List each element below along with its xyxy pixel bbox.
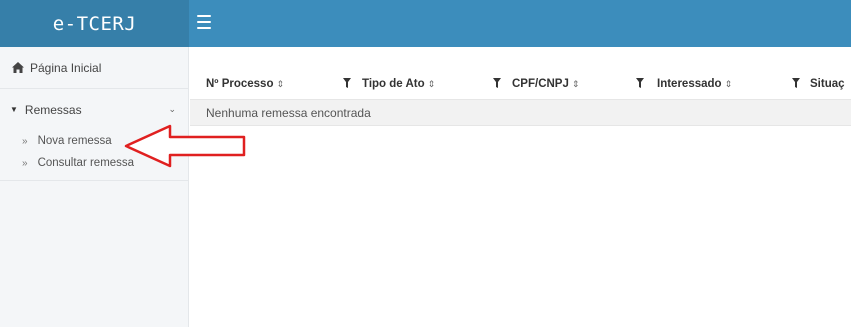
sort-icon[interactable]: ⇕ [428,79,436,90]
column-label: Situaç [810,78,845,90]
home-icon [12,62,24,73]
column-header-processo[interactable]: Nº Processo ⇕ [206,69,284,99]
sort-icon[interactable]: ⇕ [276,79,284,90]
empty-message: Nenhuma remessa encontrada [206,105,371,120]
app-logo[interactable]: e-TCERJ [0,0,189,47]
sort-icon[interactable]: ⇕ [572,79,580,90]
column-label: CPF/CNPJ [512,78,569,90]
sidebar-item-label: Consultar remessa [37,157,135,169]
column-label: Nº Processo [206,78,274,90]
column-label: Tipo de Ato [362,78,425,90]
table-header: Nº Processo ⇕ Tipo de Ato ⇕ CPF/CNPJ ⇕ I… [190,69,851,99]
column-header-situacao[interactable]: Situaç [810,69,845,99]
column-header-cpf-cnpj[interactable]: CPF/CNPJ ⇕ [512,69,579,99]
main-content: Nº Processo ⇕ Tipo de Ato ⇕ CPF/CNPJ ⇕ I… [190,47,851,327]
filter-icon[interactable] [792,78,800,88]
sort-icon[interactable]: ⇕ [725,79,733,90]
filter-icon[interactable] [636,78,644,88]
double-chevron-right-icon: » [22,157,28,169]
filter-icon[interactable] [343,78,351,88]
filter-icon[interactable] [493,78,501,88]
sidebar-item-label: Nova remessa [37,135,112,147]
sidebar-group-label: Remessas [24,102,82,117]
double-chevron-right-icon: » [22,135,28,147]
sidebar-item-home[interactable]: Página Inicial [0,47,188,89]
table-empty-row: Nenhuma remessa encontrada [190,99,851,126]
hamburger-menu-icon[interactable] [197,15,211,29]
top-navbar [189,0,851,47]
column-label: Interessado [657,78,722,90]
app-logo-text: e-TCERJ [52,12,137,35]
chevron-down-icon[interactable]: ⌄ [168,104,176,115]
annotation-arrow-icon [124,124,246,168]
column-header-tipo-de-ato[interactable]: Tipo de Ato ⇕ [362,69,435,99]
sidebar: Página Inicial ▼ Remessas ⌄ » Nova remes… [0,47,189,327]
sidebar-item-label: Página Inicial [30,60,102,75]
caret-down-icon: ▼ [10,105,18,114]
column-header-interessado[interactable]: Interessado ⇕ [657,69,732,99]
